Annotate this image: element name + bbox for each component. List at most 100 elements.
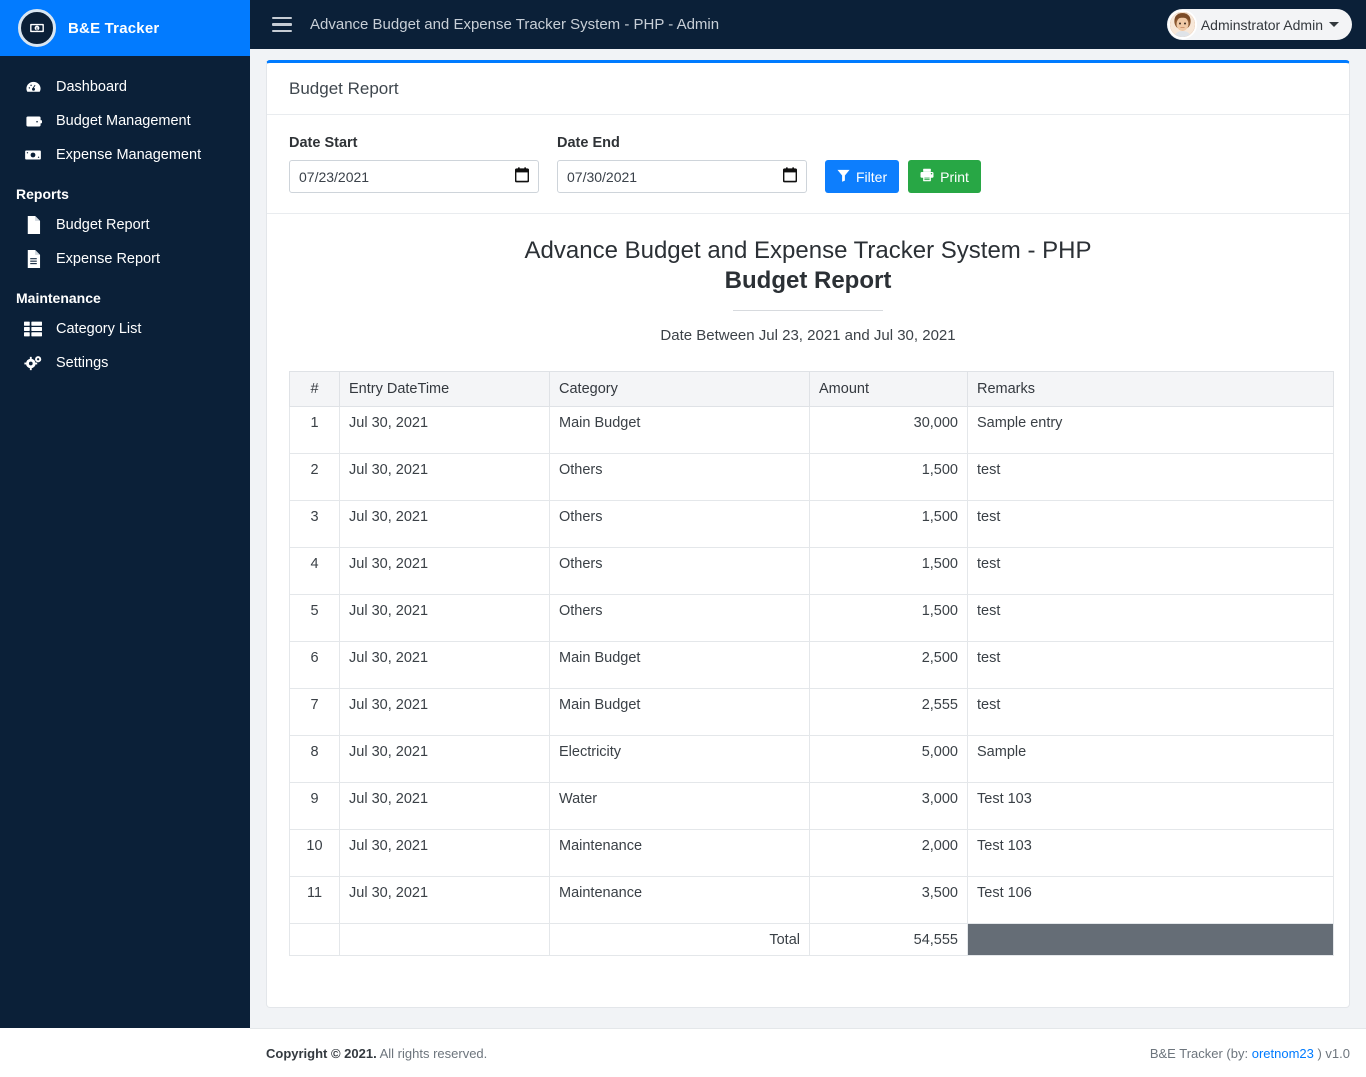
sidebar-item-expense-report[interactable]: Expense Report <box>0 242 250 276</box>
total-spacer-date <box>340 924 550 956</box>
avatar <box>1168 10 1197 39</box>
cell-remarks: test <box>968 689 1334 736</box>
cell-amount: 3,500 <box>810 877 968 924</box>
cell-category: Maintenance <box>550 830 810 877</box>
wallet-icon <box>22 113 44 130</box>
date-start-input[interactable]: 07/23/2021 <box>289 160 539 193</box>
cell-datetime: Jul 30, 2021 <box>340 736 550 783</box>
cell-num: 8 <box>290 736 340 783</box>
table-head: # Entry DateTime Category Amount Remarks <box>290 372 1334 407</box>
cell-datetime: Jul 30, 2021 <box>340 595 550 642</box>
cell-num: 11 <box>290 877 340 924</box>
column-header-datetime: Entry DateTime <box>340 372 550 407</box>
hamburger-icon[interactable] <box>272 17 292 33</box>
cell-amount: 2,500 <box>810 642 968 689</box>
sidebar-item-expense-management[interactable]: Expense Management <box>0 138 250 172</box>
sidebar-item-budget-management[interactable]: Budget Management <box>0 104 250 138</box>
table-row: 11Jul 30, 2021Maintenance3,500Test 106 <box>290 877 1334 924</box>
cell-datetime: Jul 30, 2021 <box>340 877 550 924</box>
sidebar-item-label: Budget Management <box>56 113 191 129</box>
cell-category: Water <box>550 783 810 830</box>
credit-link[interactable]: oretnom23 <box>1252 1046 1314 1061</box>
topbar: Advance Budget and Expense Tracker Syste… <box>250 0 1366 49</box>
cell-remarks: test <box>968 642 1334 689</box>
page-footer: Copyright © 2021. All rights reserved. B… <box>250 1028 1366 1077</box>
total-value: 54,555 <box>810 924 968 956</box>
table-row: 10Jul 30, 2021Maintenance2,000Test 103 <box>290 830 1334 877</box>
cell-datetime: Jul 30, 2021 <box>340 407 550 454</box>
cell-category: Others <box>550 501 810 548</box>
date-start-value: 07/23/2021 <box>299 169 369 185</box>
cell-num: 7 <box>290 689 340 736</box>
main-content: Budget Report Date Start 07/23/2021 <box>250 49 1366 1028</box>
cell-num: 5 <box>290 595 340 642</box>
cell-datetime: Jul 30, 2021 <box>340 830 550 877</box>
table-row: 1Jul 30, 2021Main Budget30,000Sample ent… <box>290 407 1334 454</box>
credit: B&E Tracker (by: oretnom23 ) v1.0 <box>1150 1046 1350 1061</box>
cell-remarks: test <box>968 595 1334 642</box>
sidebar-item-dashboard[interactable]: Dashboard <box>0 70 250 104</box>
table-row: 2Jul 30, 2021Others1,500test <box>290 454 1334 501</box>
page-title: Advance Budget and Expense Tracker Syste… <box>310 16 719 33</box>
table-row: 7Jul 30, 2021Main Budget2,555test <box>290 689 1334 736</box>
sidebar-item-settings[interactable]: Settings <box>0 346 250 380</box>
cell-amount: 2,555 <box>810 689 968 736</box>
table-foot: Total 54,555 <box>290 924 1334 956</box>
print-button[interactable]: Print <box>908 160 981 193</box>
date-end-value: 07/30/2021 <box>567 169 637 185</box>
cell-remarks: test <box>968 454 1334 501</box>
date-start-label: Date Start <box>289 135 539 151</box>
cell-amount: 30,000 <box>810 407 968 454</box>
cell-remarks: Sample entry <box>968 407 1334 454</box>
sidebar-item-budget-report[interactable]: Budget Report <box>0 208 250 242</box>
cell-num: 1 <box>290 407 340 454</box>
report-system-title: Advance Budget and Expense Tracker Syste… <box>289 236 1327 266</box>
cell-remarks: Test 103 <box>968 783 1334 830</box>
report-date-range: Date Between Jul 23, 2021 and Jul 30, 20… <box>289 327 1327 344</box>
date-start-field: Date Start 07/23/2021 <box>289 135 539 193</box>
table-row: 4Jul 30, 2021Others1,500test <box>290 548 1334 595</box>
cell-datetime: Jul 30, 2021 <box>340 689 550 736</box>
card-body: Date Start 07/23/2021 <box>267 115 1349 956</box>
sidebar-nav: Dashboard Budget Management <box>0 56 250 380</box>
sidebar-item-category-list[interactable]: Category List <box>0 312 250 346</box>
table-header-row: # Entry DateTime Category Amount Remarks <box>290 372 1334 407</box>
cell-num: 9 <box>290 783 340 830</box>
filter-bar: Date Start 07/23/2021 <box>289 135 1327 193</box>
user-menu[interactable]: Adminstrator Admin <box>1167 9 1352 40</box>
total-spacer-num <box>290 924 340 956</box>
table-row: 8Jul 30, 2021Electricity5,000Sample <box>290 736 1334 783</box>
cell-datetime: Jul 30, 2021 <box>340 454 550 501</box>
print-icon <box>920 168 934 185</box>
cell-remarks: Test 106 <box>968 877 1334 924</box>
sidebar-group-maintenance: Maintenance <box>0 276 250 312</box>
admin-page: $ B&E Tracker Dashboard <box>0 0 1366 1077</box>
total-label: Total <box>550 924 810 956</box>
credit-prefix: B&E Tracker (by: <box>1150 1046 1252 1061</box>
credit-suffix: ) v1.0 <box>1314 1046 1350 1061</box>
sidebar-item-label: Expense Report <box>56 251 160 267</box>
calendar-icon[interactable] <box>515 167 529 186</box>
table-body: 1Jul 30, 2021Main Budget30,000Sample ent… <box>290 407 1334 924</box>
sidebar: $ B&E Tracker Dashboard <box>0 0 250 1028</box>
filter-button[interactable]: Filter <box>825 160 899 193</box>
column-header-remarks: Remarks <box>968 372 1334 407</box>
table-list-icon <box>22 321 44 337</box>
cell-amount: 1,500 <box>810 548 968 595</box>
sidebar-item-label: Dashboard <box>56 79 127 95</box>
copyright-rest: All rights reserved. <box>377 1046 488 1061</box>
calendar-icon[interactable] <box>783 167 797 186</box>
report-title: Budget Report <box>289 266 1327 296</box>
cell-remarks: Sample <box>968 736 1334 783</box>
cell-remarks: test <box>968 501 1334 548</box>
date-end-field: Date End 07/30/2021 <box>557 135 807 193</box>
card-header: Budget Report <box>267 63 1349 115</box>
cell-remarks: Test 103 <box>968 830 1334 877</box>
date-end-input[interactable]: 07/30/2021 <box>557 160 807 193</box>
cell-amount: 1,500 <box>810 454 968 501</box>
budget-report-card: Budget Report Date Start 07/23/2021 <box>266 60 1350 1008</box>
copyright-strong: Copyright © 2021. <box>266 1046 377 1061</box>
brand-header[interactable]: $ B&E Tracker <box>0 0 250 56</box>
sidebar-item-label: Expense Management <box>56 147 201 163</box>
sidebar-item-label: Category List <box>56 321 141 337</box>
